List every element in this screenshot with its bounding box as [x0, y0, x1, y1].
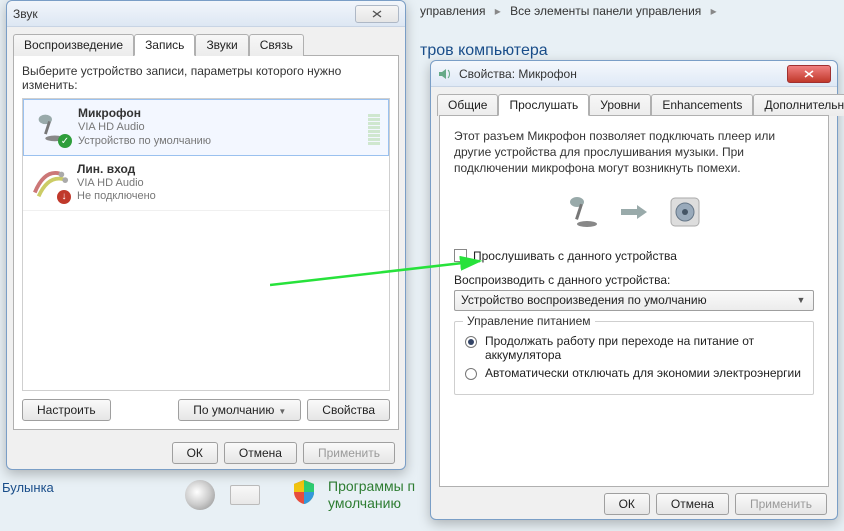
- window-title: Свойства: Микрофон: [459, 67, 577, 81]
- device-name: Микрофон: [78, 106, 360, 121]
- combo-value: Устройство воспроизведения по умолчанию: [461, 293, 793, 307]
- radio-label: Автоматически отключать для экономии эле…: [485, 366, 801, 380]
- close-button[interactable]: [355, 5, 399, 23]
- listen-checkbox[interactable]: [454, 249, 467, 262]
- speaker-icon: [437, 66, 453, 82]
- microphone-icon: [563, 192, 603, 232]
- device-item-microphone[interactable]: ✓ Микрофон VIA HD Audio Устройство по ум…: [23, 99, 389, 156]
- chevron-down-icon: ▼: [278, 407, 286, 416]
- dialog-footer: ОК Отмена Применить: [7, 436, 405, 470]
- arrow-right-icon: [621, 205, 647, 219]
- window-title: Звук: [13, 7, 38, 21]
- device-name: Лин. вход: [77, 162, 381, 177]
- radio-button[interactable]: [465, 368, 477, 380]
- properties-button[interactable]: Свойства: [307, 399, 390, 421]
- device-status: Не подключено: [77, 190, 381, 204]
- ok-button[interactable]: ОК: [604, 493, 650, 515]
- titlebar[interactable]: Звук: [7, 1, 405, 27]
- apply-button[interactable]: Применить: [303, 442, 395, 464]
- page-heading-partial: тров компьютера: [420, 42, 548, 60]
- playback-through-label: Воспроизводить с данного устройства:: [454, 273, 814, 287]
- info-text: Этот разъем Микрофон позволяет подключат…: [454, 128, 814, 177]
- listen-checkbox-row[interactable]: Прослушивать с данного устройства: [454, 249, 814, 263]
- power-option-auto-off[interactable]: Автоматически отключать для экономии эле…: [465, 366, 803, 380]
- tab-enhancements[interactable]: Enhancements: [651, 94, 753, 116]
- tab-sounds[interactable]: Звуки: [195, 34, 248, 56]
- bg-small-button[interactable]: [230, 485, 260, 505]
- panel-hint: Выберите устройство записи, параметры ко…: [22, 64, 390, 92]
- tab-advanced[interactable]: Дополнительно: [753, 94, 844, 116]
- radio-label: Продолжать работу при переходе на питани…: [485, 334, 803, 362]
- cancel-button[interactable]: Отмена: [656, 493, 729, 515]
- close-button[interactable]: [787, 65, 831, 83]
- default-programs-link[interactable]: Программы п умолчанию: [328, 478, 415, 512]
- speaker-device-icon: [665, 192, 705, 232]
- set-default-button[interactable]: По умолчанию ▼: [178, 399, 301, 421]
- tab-panel-recording: Выберите устройство записи, параметры ко…: [13, 55, 399, 430]
- chevron-right-icon: ▸: [495, 4, 501, 18]
- listen-checkbox-label: Прослушивать с данного устройства: [473, 249, 677, 263]
- breadcrumb: управления ▸ Все элементы панели управле…: [420, 4, 723, 18]
- tab-general[interactable]: Общие: [437, 94, 498, 116]
- playback-device-combo[interactable]: Устройство воспроизведения по умолчанию …: [454, 290, 814, 311]
- illustration: [454, 189, 814, 235]
- tab-listen[interactable]: Прослушать: [498, 94, 589, 116]
- tab-communications[interactable]: Связь: [249, 34, 304, 56]
- device-status: Устройство по умолчанию: [78, 135, 360, 149]
- device-driver: VIA HD Audio: [78, 121, 360, 135]
- chevron-right-icon: ▸: [711, 4, 717, 18]
- chevron-down-icon: ▼: [793, 295, 809, 305]
- sound-window: Звук Воспроизведение Запись Звуки Связь …: [6, 0, 406, 470]
- avatar: [185, 480, 215, 510]
- configure-button[interactable]: Настроить: [22, 399, 111, 421]
- recording-device-list[interactable]: ✓ Микрофон VIA HD Audio Устройство по ум…: [22, 98, 390, 391]
- tab-strip: Воспроизведение Запись Звуки Связь: [13, 33, 399, 55]
- label-line: Программы п: [328, 478, 415, 495]
- close-icon: [370, 9, 384, 19]
- tab-panel-listen: Этот разъем Микрофон позволяет подключат…: [439, 115, 829, 487]
- ok-button[interactable]: ОК: [172, 442, 218, 464]
- user-name: Булынка: [2, 480, 54, 495]
- cancel-button[interactable]: Отмена: [224, 442, 297, 464]
- tab-playback[interactable]: Воспроизведение: [13, 34, 134, 56]
- device-driver: VIA HD Audio: [77, 177, 381, 191]
- status-down-icon: ↓: [57, 190, 71, 204]
- vu-meter: [368, 109, 380, 145]
- tab-strip: Общие Прослушать Уровни Enhancements Доп…: [437, 93, 831, 115]
- breadcrumb-seg[interactable]: управления: [420, 4, 485, 18]
- titlebar[interactable]: Свойства: Микрофон: [431, 61, 837, 87]
- tab-levels[interactable]: Уровни: [589, 94, 651, 116]
- radio-button[interactable]: [465, 336, 477, 348]
- button-label: По умолчанию: [193, 403, 274, 417]
- mic-properties-window: Свойства: Микрофон Общие Прослушать Уров…: [430, 60, 838, 520]
- close-icon: [802, 69, 816, 79]
- apply-button[interactable]: Применить: [735, 493, 827, 515]
- shield-icon: [290, 478, 318, 506]
- power-management-group: Управление питанием Продолжать работу пр…: [454, 321, 814, 395]
- tab-recording[interactable]: Запись: [134, 34, 195, 56]
- group-title: Управление питанием: [463, 314, 595, 328]
- line-in-icon: ↓: [31, 164, 69, 202]
- label-line: умолчанию: [328, 495, 415, 512]
- dialog-footer: ОК Отмена Применить: [431, 487, 837, 521]
- microphone-icon: ✓: [32, 108, 70, 146]
- device-item-line-in[interactable]: ↓ Лин. вход VIA HD Audio Не подключено: [23, 156, 389, 212]
- breadcrumb-seg[interactable]: Все элементы панели управления: [510, 4, 701, 18]
- power-option-continue[interactable]: Продолжать работу при переходе на питани…: [465, 334, 803, 362]
